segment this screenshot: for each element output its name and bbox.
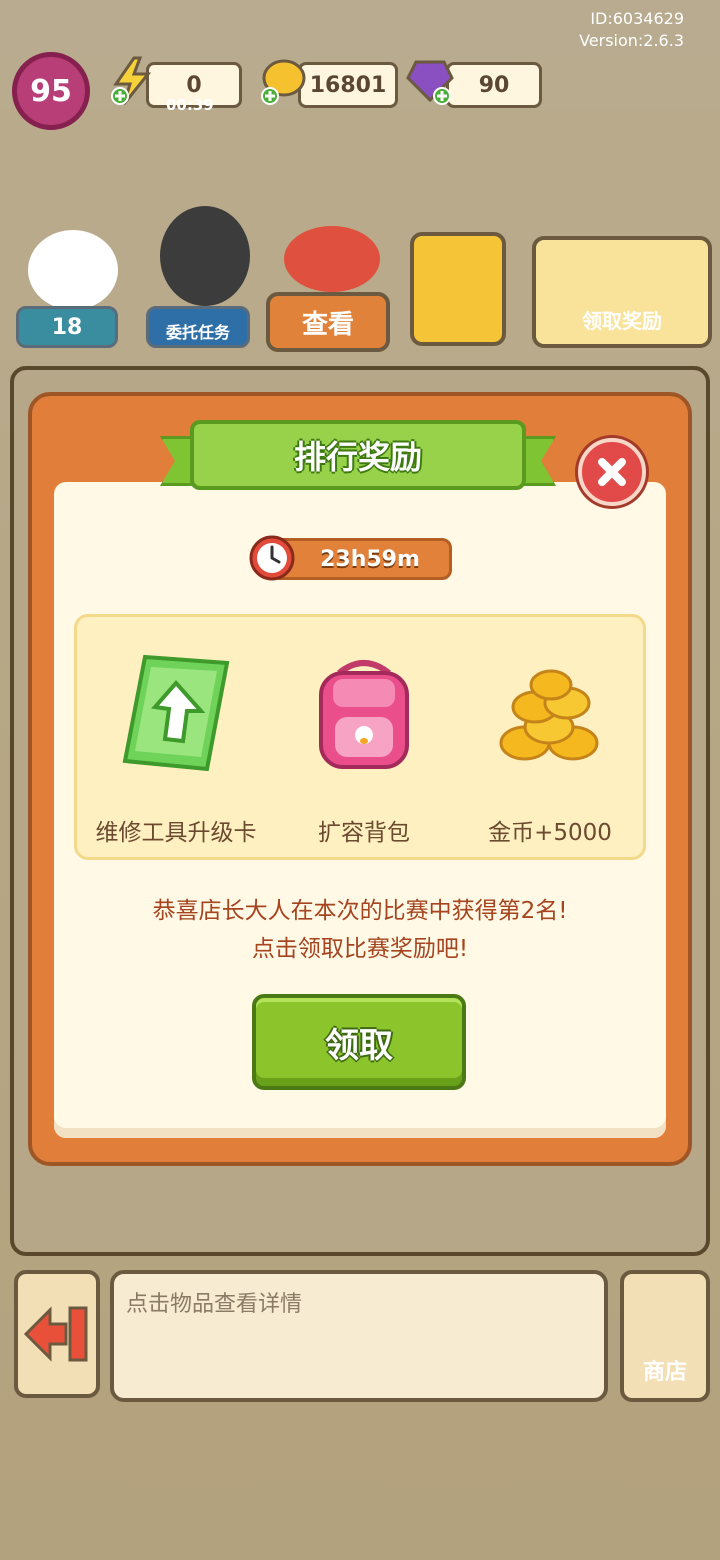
clock-icon: [249, 535, 295, 581]
reward-item[interactable]: 金币+5000: [455, 617, 645, 863]
dialog-title-ribbon: 排行奖励: [160, 420, 556, 494]
coins-value: 16801: [309, 72, 387, 98]
countdown-timer: 23h59m: [248, 534, 454, 582]
reward-label: 维修工具升级卡: [95, 820, 257, 846]
close-icon: [598, 458, 626, 486]
task-badge[interactable]: 委托任务: [146, 306, 250, 348]
claim-button-label: 领取: [325, 1025, 393, 1066]
energy-value: 0: [186, 72, 202, 98]
lightning-icon: [111, 56, 152, 105]
reward-item[interactable]: 维修工具升级卡: [81, 617, 271, 863]
reward-item[interactable]: 扩容背包: [269, 617, 459, 863]
reward-list: 维修工具升级卡 扩容背包 金币+5000: [74, 614, 646, 860]
item-description-box: 点击物品查看详情: [110, 1270, 608, 1402]
coin-icon: [261, 59, 306, 105]
exit-button[interactable]: [14, 1270, 100, 1398]
grandma-avatar[interactable]: [160, 206, 250, 306]
congratulations-message: 恭喜店长大人在本次的比赛中获得第2名! 点击领取比赛奖励吧!: [74, 892, 646, 968]
star-count: 18: [51, 314, 83, 340]
description-placeholder: 点击物品查看详情: [126, 1292, 303, 1317]
gems-value: 90: [478, 72, 510, 98]
level-badge[interactable]: 95: [12, 52, 90, 130]
task-label: 委托任务: [165, 323, 230, 342]
version-label: Version:2.6.3: [579, 31, 684, 50]
duck-worker-avatar[interactable]: [28, 230, 118, 310]
coin-pile-icon: [499, 669, 599, 761]
build-info: ID:6034629 Version:2.6.3: [579, 8, 684, 52]
message-line-2: 点击领取比赛奖励吧!: [251, 936, 469, 962]
message-line-1: 恭喜店长大人在本次的比赛中获得第2名!: [152, 898, 568, 924]
claim-reward-entry-label: 领取奖励: [582, 309, 662, 333]
energy-timer: 00:39: [166, 96, 214, 114]
view-button[interactable]: 查看: [266, 292, 390, 352]
backpack-icon: [319, 660, 409, 769]
claim-reward-entry[interactable]: 领取奖励: [532, 236, 712, 348]
level-value: 95: [30, 73, 72, 109]
exit-door-icon: [23, 1306, 88, 1362]
star-count-badge[interactable]: 18: [16, 306, 118, 348]
close-button[interactable]: [578, 438, 646, 506]
countdown-value: 23h59m: [270, 538, 452, 580]
gem-icon: [406, 60, 454, 105]
item-card-button[interactable]: [410, 232, 506, 346]
reward-label: 金币+5000: [488, 820, 612, 846]
shop-label: 商店: [642, 1360, 687, 1385]
view-button-label: 查看: [301, 309, 354, 340]
upgrade-card-icon: [122, 654, 230, 772]
claim-button[interactable]: 领取: [252, 994, 466, 1090]
shop-button[interactable]: 商店: [620, 1270, 710, 1402]
coin-counter[interactable]: 16801: [298, 62, 398, 108]
gem-counter[interactable]: 90: [446, 62, 542, 108]
reward-label: 扩容背包: [318, 820, 410, 846]
player-id: ID:6034629: [590, 9, 684, 28]
mushroom-character[interactable]: [284, 226, 380, 292]
dialog-title: 排行奖励: [190, 420, 526, 490]
